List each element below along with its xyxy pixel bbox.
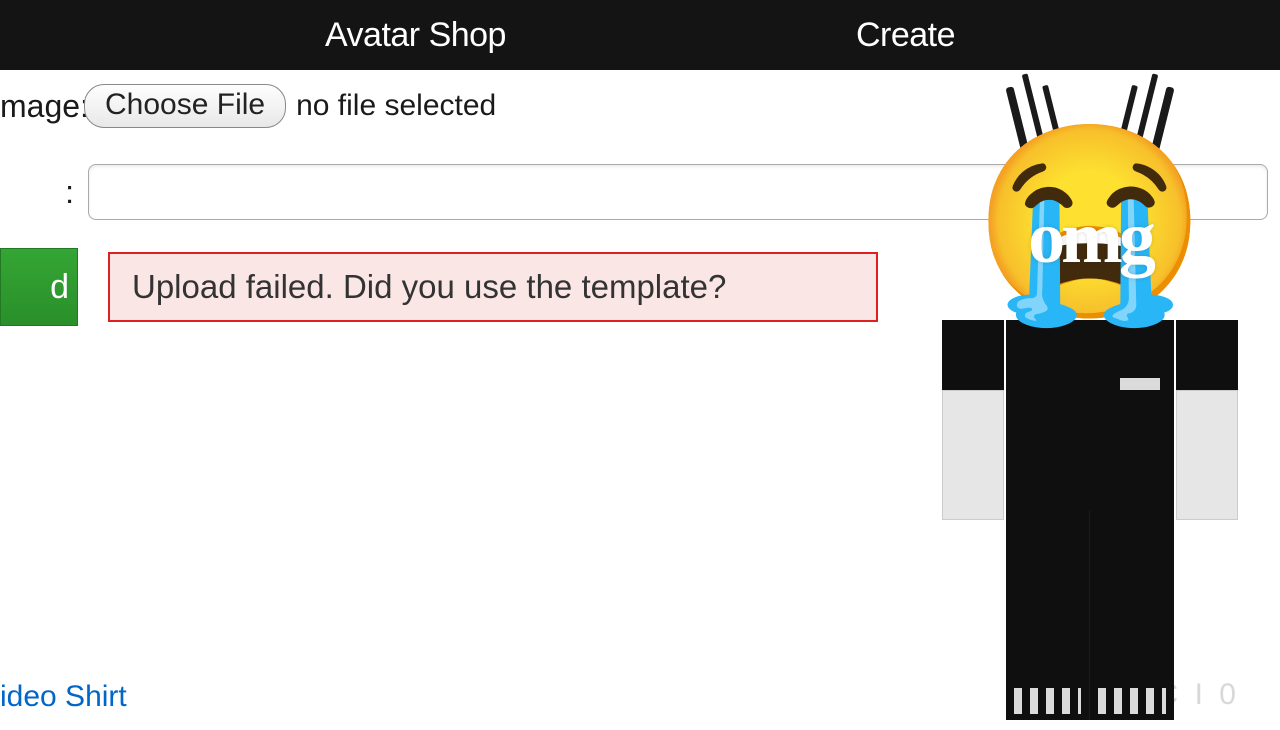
label-name: : — [0, 174, 88, 211]
label-image: mage: — [0, 88, 84, 125]
file-selected-status: no file selected — [296, 89, 496, 123]
omg-text: omg — [1028, 196, 1152, 281]
choose-file-button[interactable]: Choose File — [84, 84, 286, 128]
shoe-icon — [1098, 688, 1166, 714]
avatar-body — [930, 320, 1250, 730]
avatar-overlay: 😭 omg — [930, 86, 1250, 716]
nav-tab-create[interactable]: Create — [856, 16, 955, 55]
avatar-legs — [1006, 510, 1174, 720]
item-link[interactable]: ideo Shirt — [0, 680, 127, 714]
avatar-right-arm — [1176, 320, 1238, 520]
shoe-icon — [1014, 688, 1081, 714]
top-nav: Avatar Shop Create — [0, 0, 1280, 70]
shirt-tag-icon — [1120, 378, 1160, 390]
upload-button-label: d — [50, 268, 69, 307]
avatar-torso — [1006, 320, 1174, 510]
avatar-left-arm — [942, 320, 1004, 520]
upload-error-message: Upload failed. Did you use the template? — [108, 252, 878, 322]
upload-button[interactable]: d — [0, 248, 78, 326]
nav-tab-avatar-shop[interactable]: Avatar Shop — [325, 16, 506, 55]
